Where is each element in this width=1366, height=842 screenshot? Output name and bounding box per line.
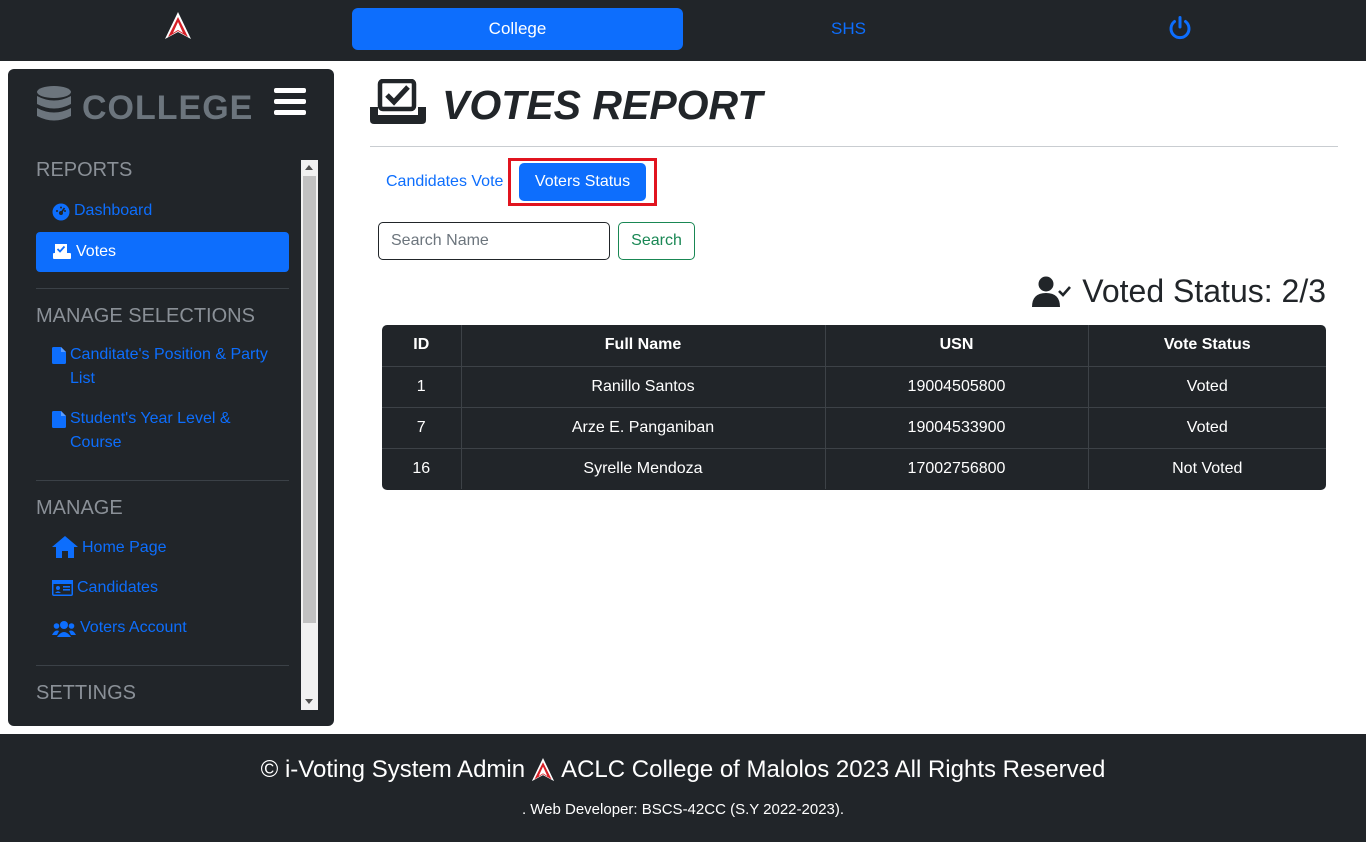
tab-voters-status[interactable]: Voters Status	[519, 163, 646, 201]
voted-status: Voted Status: 2/3	[1032, 273, 1326, 310]
sidebar: COLLEGE REPORTS Dashboard Votes MANAGE S…	[8, 69, 334, 726]
voted-status-text: Voted Status: 2/3	[1082, 273, 1326, 309]
footer-copyright: © i-Voting System Admin ACLC College of …	[0, 756, 1366, 784]
file-icon	[52, 347, 66, 364]
column-header: ID	[382, 325, 462, 367]
sidebar-item-dashboard[interactable]: Dashboard	[28, 199, 300, 223]
cell-full-name: Syrelle Mendoza	[461, 448, 826, 489]
scrollbar-thumb[interactable]	[303, 176, 316, 623]
sidebar-title: COLLEGE	[82, 89, 254, 127]
cell-id: 7	[382, 407, 462, 449]
sidebar-item-label: Home Page	[82, 539, 167, 556]
cell-vote-status: Voted	[1088, 366, 1326, 408]
checkbox-tray-icon	[370, 79, 426, 124]
table-header-row: ID Full Name USN Vote Status	[382, 325, 1326, 367]
sidebar-item-position-party[interactable]: Canditate's Position & Party List	[28, 343, 300, 391]
gauge-icon	[52, 203, 70, 221]
table-row: 16 Syrelle Mendoza 17002756800 Not Voted	[382, 448, 1326, 489]
table-row: 1 Ranillo Santos 19004505800 Voted	[382, 366, 1326, 408]
footer: © i-Voting System Admin ACLC College of …	[0, 734, 1366, 842]
cell-usn: 19004533900	[825, 407, 1089, 449]
sidebar-scrollbar[interactable]	[301, 160, 318, 710]
column-header: Full Name	[461, 325, 826, 367]
aclc-logo-icon[interactable]	[164, 11, 192, 41]
sidebar-item-label: Votes	[76, 243, 117, 260]
cell-vote-status: Not Voted	[1172, 459, 1243, 477]
sidebar-item-home-page[interactable]: Home Page	[28, 536, 300, 560]
file-icon	[52, 411, 66, 428]
section-manage: MANAGE	[36, 497, 123, 519]
cell-vote-status: Voted	[1088, 407, 1326, 449]
sidebar-item-label: Dashboard	[74, 202, 153, 219]
cell-usn: 19004505800	[825, 366, 1089, 408]
aclc-logo-icon	[531, 758, 555, 782]
section-settings: SETTINGS	[36, 682, 137, 704]
voters-table: ID Full Name USN Vote Status 1 Ranillo S…	[382, 325, 1326, 490]
cell-id: 16	[382, 448, 462, 489]
cell-id: 1	[382, 366, 462, 408]
user-check-icon	[1032, 276, 1072, 307]
table-row: 7 Arze E. Panganiban 19004533900 Voted	[382, 407, 1326, 449]
footer-text-right: ACLC College of Malolos 2023 All Rights …	[561, 756, 1106, 783]
column-header: Vote Status	[1088, 325, 1326, 367]
page-title: VOTES REPORT	[442, 82, 763, 128]
id-card-icon	[52, 580, 73, 596]
database-icon	[37, 86, 71, 121]
tab-college[interactable]: College	[352, 8, 683, 50]
divider	[370, 146, 1338, 147]
search-button[interactable]: Search	[618, 222, 695, 260]
section-reports: REPORTS	[36, 159, 133, 181]
scroll-up-arrow[interactable]	[305, 165, 313, 170]
sidebar-item-votes[interactable]: Votes	[36, 232, 289, 272]
sidebar-item-label: Voters Account	[80, 619, 187, 636]
sidebar-item-candidates[interactable]: Candidates	[28, 576, 300, 600]
sidebar-item-year-course[interactable]: Student's Year Level & Course	[28, 407, 300, 455]
users-icon	[52, 621, 76, 637]
divider	[36, 480, 289, 481]
footer-text-left: © i-Voting System Admin	[260, 756, 526, 783]
vote-box-icon	[53, 244, 71, 259]
divider	[36, 665, 289, 666]
sidebar-menu: REPORTS Dashboard Votes MANAGE SELECTION…	[28, 159, 300, 726]
tab-shs[interactable]: SHS	[683, 8, 1014, 50]
divider	[36, 288, 289, 289]
sidebar-item-label: Canditate's Position & Party List	[70, 346, 268, 387]
sidebar-item-label: Student's Year Level & Course	[70, 410, 231, 451]
power-icon[interactable]	[1167, 15, 1193, 41]
tab-candidates-vote[interactable]: Candidates Vote	[386, 165, 503, 199]
top-navbar: College SHS	[0, 0, 1366, 61]
home-icon	[52, 536, 78, 558]
hamburger-menu-icon[interactable]	[274, 88, 306, 116]
footer-developer: . Web Developer: BSCS-42CC (S.Y 2022-202…	[521, 801, 845, 818]
sidebar-item-voters-account[interactable]: Voters Account	[28, 616, 300, 640]
cell-full-name: Arze E. Panganiban	[461, 407, 826, 449]
cell-usn: 17002756800	[825, 448, 1089, 489]
search-input[interactable]	[378, 222, 610, 260]
column-header: USN	[825, 325, 1089, 367]
cell-full-name: Ranillo Santos	[461, 366, 826, 408]
sidebar-item-label: Candidates	[77, 579, 158, 596]
scroll-down-arrow[interactable]	[305, 699, 313, 704]
section-manage-selections: MANAGE SELECTIONS	[36, 305, 255, 327]
